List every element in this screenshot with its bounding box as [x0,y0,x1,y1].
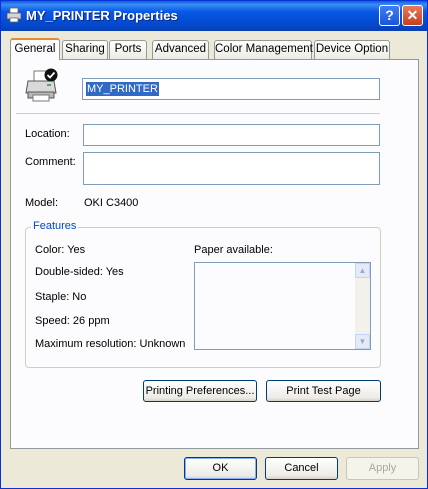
location-input[interactable] [83,124,380,146]
printer-name-value: MY_PRINTER [86,82,159,96]
default-printer-check-icon [44,68,58,82]
feature-max-resolution: Maximum resolution: Unknown [35,338,186,350]
feature-staple: Staple: No [35,291,87,303]
window-title: MY_PRINTER Properties [26,8,178,23]
ok-button[interactable]: OK [184,457,257,480]
apply-button[interactable]: Apply [346,457,419,480]
tab-general[interactable]: General [10,38,60,60]
tab-sharing[interactable]: Sharing [62,40,108,59]
cancel-button[interactable]: Cancel [265,457,338,480]
feature-double-sided: Double-sided: Yes [35,266,124,278]
feature-speed: Speed: 26 ppm [35,315,110,327]
paper-available-label: Paper available: [194,244,273,256]
paper-list-scrollbar[interactable]: ▲ ▼ [355,263,370,349]
print-test-page-button[interactable]: Print Test Page [266,380,381,402]
printing-preferences-button[interactable]: Printing Preferences... [143,380,257,402]
feature-color: Color: Yes [35,244,86,256]
scroll-down-icon[interactable]: ▼ [355,334,370,349]
comment-label: Comment: [25,156,76,168]
printer-name-field[interactable]: MY_PRINTER [82,78,380,100]
model-value: OKI C3400 [84,197,139,209]
help-button[interactable]: ? [379,5,400,26]
tab-ports[interactable]: Ports [109,40,147,59]
tab-color-management[interactable]: Color Management [214,40,313,59]
tab-advanced[interactable]: Advanced [152,40,209,59]
location-label: Location: [25,128,70,140]
scroll-up-icon[interactable]: ▲ [355,263,370,278]
model-label: Model: [25,197,59,209]
comment-input[interactable] [83,152,380,185]
close-button[interactable]: ✕ [402,5,423,26]
separator [16,113,380,114]
title-bar[interactable]: MY_PRINTER Properties ? ✕ [1,1,427,31]
properties-dialog: MY_PRINTER Properties ? ✕ General Sharin… [0,0,428,489]
printer-icon [6,7,22,23]
paper-available-list[interactable]: ▲ ▼ [194,262,371,350]
tab-device-option[interactable]: Device Option [314,40,390,59]
features-title: Features [31,220,79,232]
